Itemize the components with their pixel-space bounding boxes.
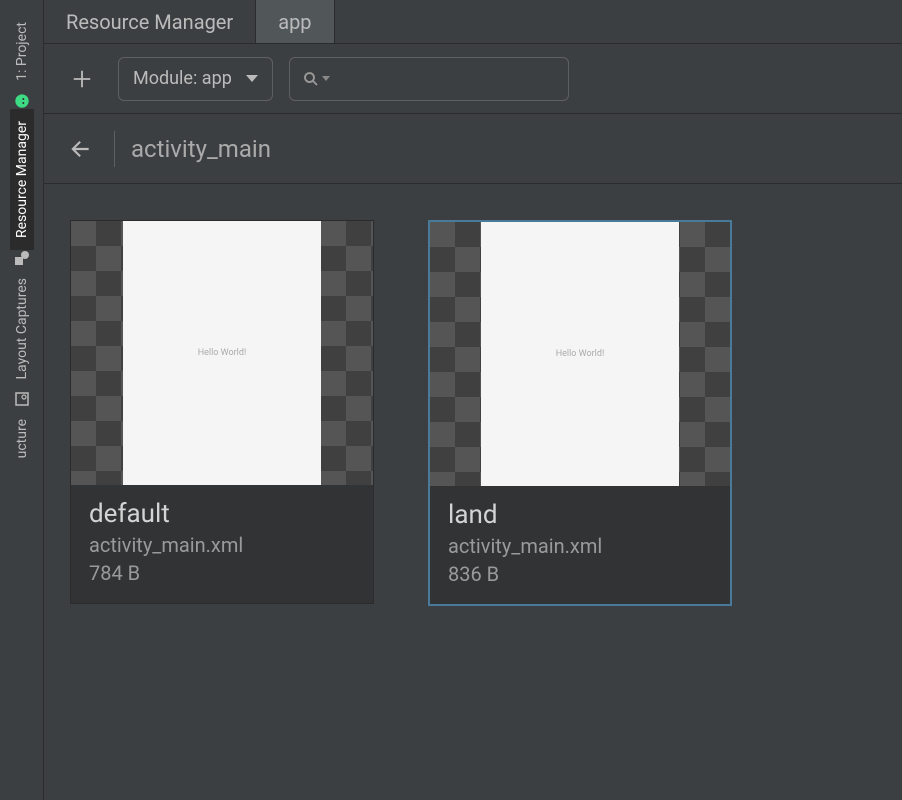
layout-preview-screen: Hello World! <box>123 221 321 485</box>
card-footer: default activity_main.xml 784 B <box>71 485 373 603</box>
tab-label: Resource Manager <box>66 10 233 34</box>
resource-size: 836 B <box>448 562 712 586</box>
resource-preview: Hello World! <box>430 222 730 486</box>
resource-card-land[interactable]: Hello World! land activity_main.xml 836 … <box>428 220 732 606</box>
main-panel: Resource Manager app Module: app activit… <box>44 0 902 800</box>
resource-card-default[interactable]: Hello World! default activity_main.xml 7… <box>70 220 374 604</box>
preview-text: Hello World! <box>198 348 247 358</box>
rail-tab-label: 1: Project <box>14 22 30 81</box>
rail-tab-structure[interactable]: ucture <box>10 407 34 470</box>
chevron-down-icon <box>246 75 258 82</box>
module-dropdown[interactable]: Module: app <box>118 57 273 101</box>
tab-resource-manager[interactable]: Resource Manager <box>44 0 256 43</box>
resource-size: 784 B <box>89 561 355 585</box>
resource-qualifier: default <box>89 499 355 529</box>
tool-window-rail: 1: Project Resource Manager Layout Captu… <box>0 0 44 800</box>
resource-filename: activity_main.xml <box>448 534 712 558</box>
resource-preview: Hello World! <box>71 221 373 485</box>
rail-tab-label: Resource Manager <box>14 121 30 238</box>
arrow-left-icon <box>67 136 93 162</box>
module-label: Module: app <box>133 68 232 89</box>
panel-tabs: Resource Manager app <box>44 0 902 44</box>
resource-grid: Hello World! default activity_main.xml 7… <box>44 184 902 800</box>
rail-tab-layout-captures[interactable]: Layout Captures <box>10 266 34 391</box>
resource-qualifier: land <box>448 500 712 530</box>
breadcrumb: activity_main <box>44 114 902 184</box>
rail-tab-label: ucture <box>14 419 30 458</box>
add-button[interactable] <box>62 59 102 99</box>
search-input[interactable] <box>334 70 556 88</box>
tab-app[interactable]: app <box>256 0 334 43</box>
plus-icon <box>71 68 93 90</box>
rail-tab-project[interactable]: 1: Project <box>10 10 34 93</box>
preview-text: Hello World! <box>556 349 605 359</box>
breadcrumb-current: activity_main <box>131 135 271 163</box>
divider <box>114 131 115 167</box>
shapes-icon <box>14 250 30 266</box>
toolbar: Module: app <box>44 44 902 114</box>
search-box[interactable] <box>289 57 569 101</box>
layout-captures-icon <box>14 391 30 407</box>
search-icon <box>302 70 320 88</box>
back-button[interactable] <box>62 131 98 167</box>
tab-label: app <box>278 10 311 34</box>
chevron-down-icon <box>322 76 330 81</box>
android-logo-icon <box>14 93 30 109</box>
resource-filename: activity_main.xml <box>89 533 355 557</box>
rail-tab-resource-manager[interactable]: Resource Manager <box>10 109 34 250</box>
card-footer: land activity_main.xml 836 B <box>430 486 730 604</box>
layout-preview-screen: Hello World! <box>481 222 679 486</box>
rail-tab-label: Layout Captures <box>14 278 30 379</box>
